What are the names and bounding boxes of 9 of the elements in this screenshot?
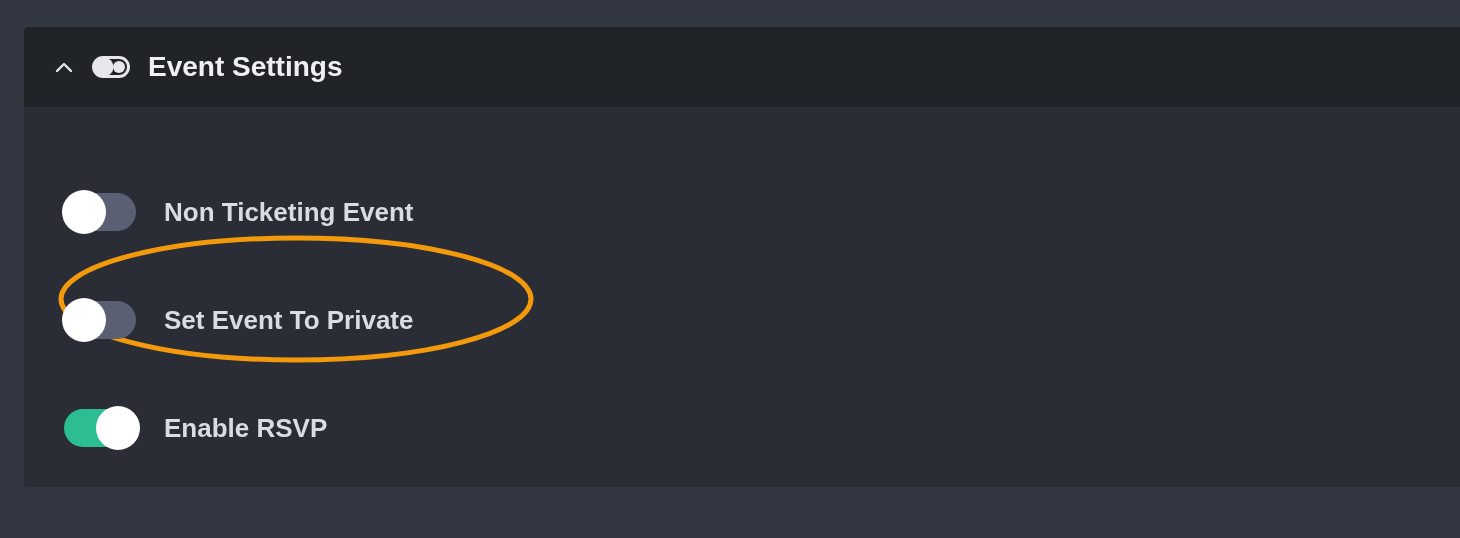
setting-label: Non Ticketing Event	[164, 196, 414, 228]
setting-label: Enable RSVP	[164, 412, 328, 444]
chevron-up-icon	[54, 61, 74, 73]
toggle-icon	[92, 56, 130, 78]
toggle-switch[interactable]	[64, 193, 136, 231]
toggle-switch[interactable]	[64, 301, 136, 339]
section-title: Event Settings	[148, 51, 343, 83]
setting-label: Set Event To Private	[164, 304, 414, 336]
collapse-button[interactable]	[54, 61, 74, 73]
